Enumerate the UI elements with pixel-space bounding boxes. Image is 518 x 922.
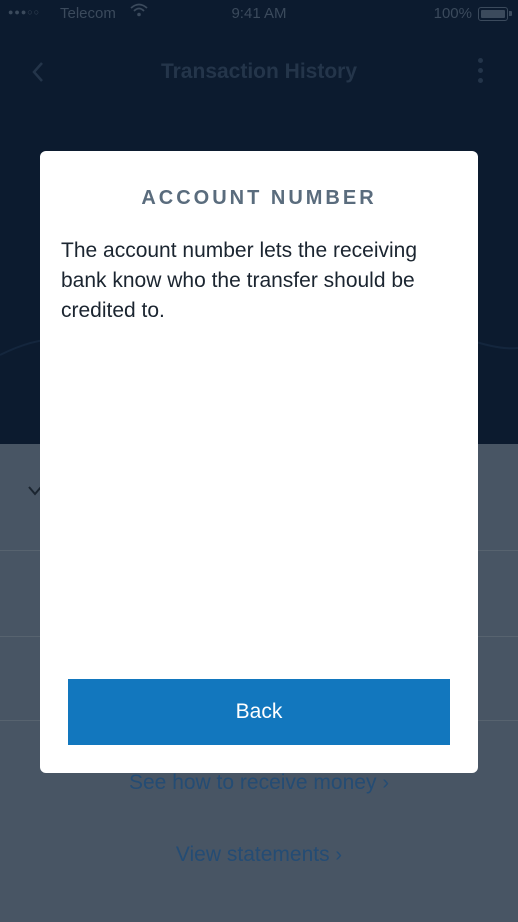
page-title: Transaction History <box>160 60 358 83</box>
account-number-dialog: ACCOUNT NUMBER The account number lets t… <box>40 151 478 773</box>
back-button[interactable]: Back <box>68 679 450 745</box>
view-statements-link[interactable]: View statements › <box>0 843 518 867</box>
navigation-bar: Transaction History <box>0 50 518 94</box>
view-statements-label: View statements <box>175 843 330 866</box>
chevron-right-icon: › <box>335 844 343 866</box>
status-bar: ●●●○○ Telecom 9:41 AM 100% <box>0 0 518 30</box>
dialog-message: The account number lets the receiving ba… <box>61 239 418 322</box>
more-options-icon[interactable] <box>478 58 484 86</box>
dialog-title: ACCOUNT NUMBER <box>141 187 377 209</box>
battery-icon <box>478 7 512 21</box>
battery-percent: 100% <box>433 5 472 22</box>
receive-money-label: See how to receive money <box>129 771 377 794</box>
receive-money-link[interactable]: See how to receive money › <box>0 771 518 795</box>
chevron-right-icon: › <box>382 772 389 794</box>
